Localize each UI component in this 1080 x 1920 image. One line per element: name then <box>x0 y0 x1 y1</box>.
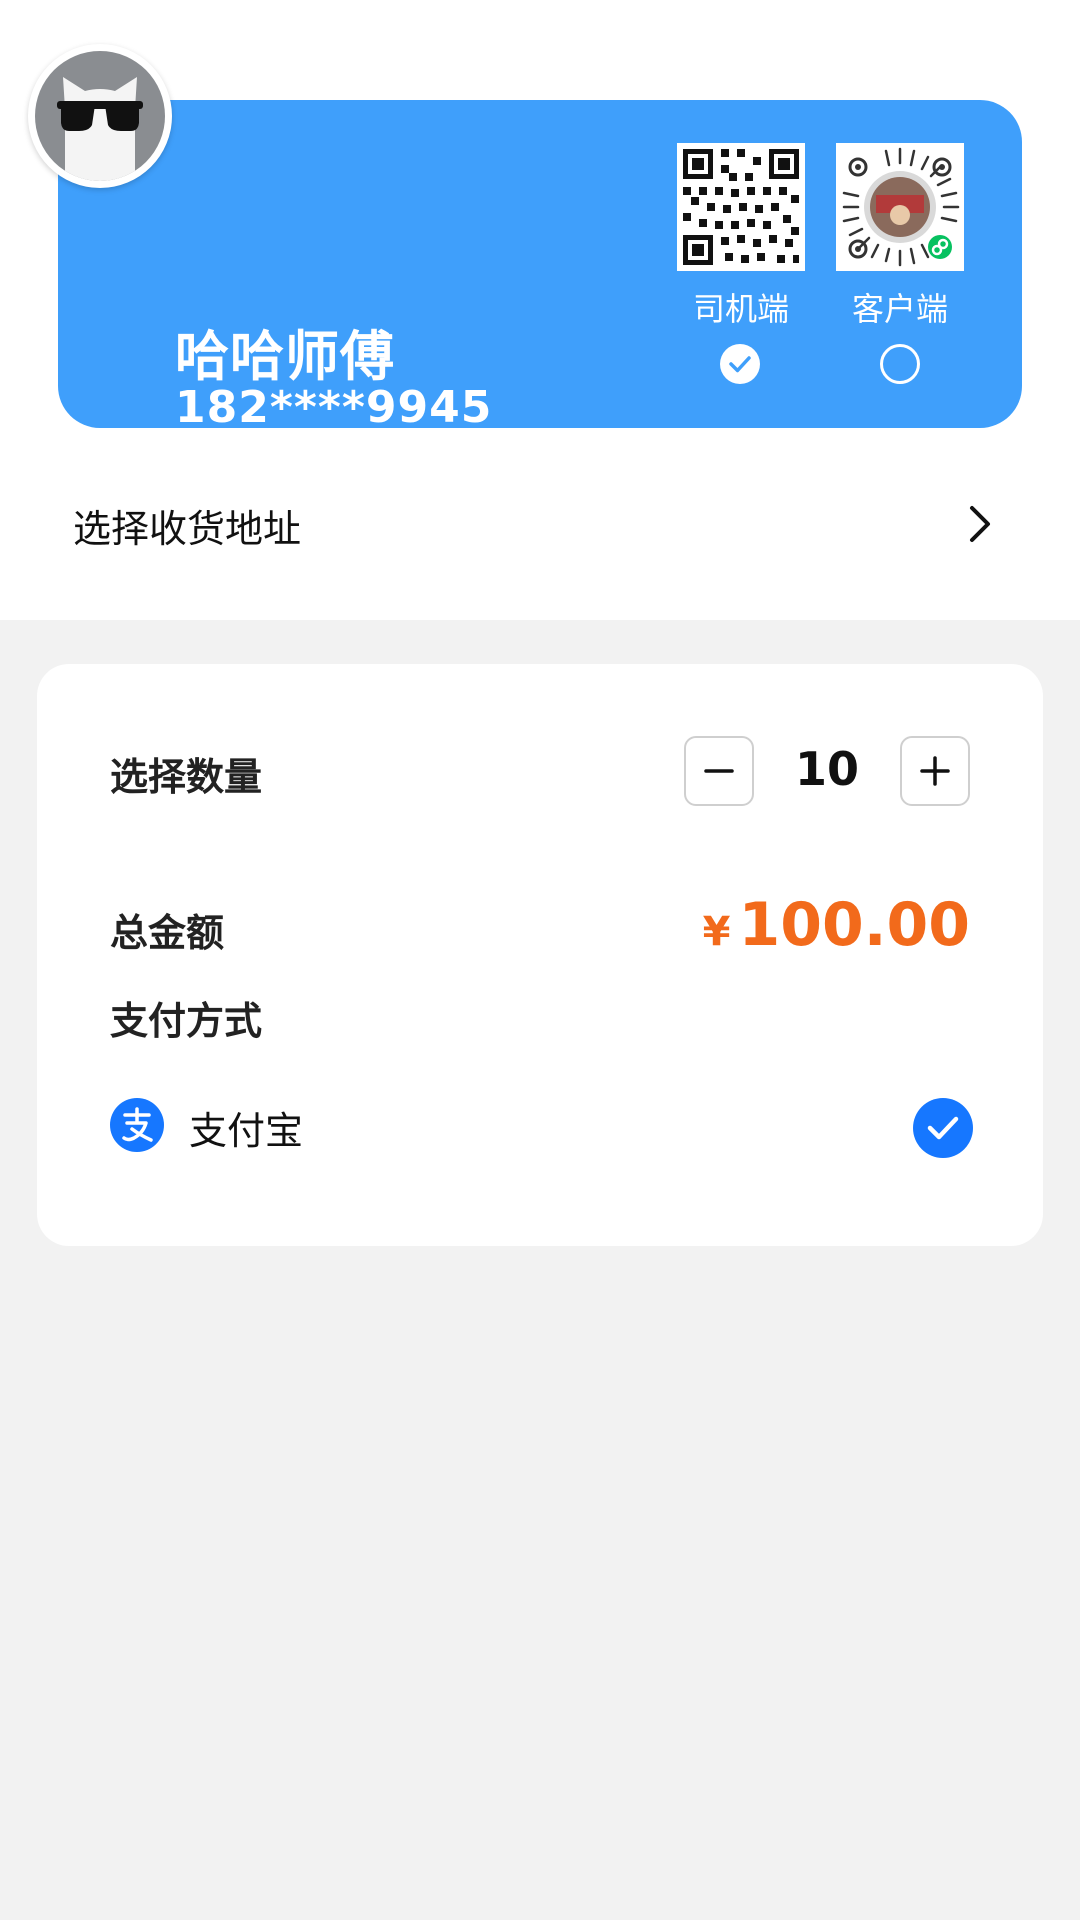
user-name: 哈哈师傅 <box>175 325 395 388</box>
alipay-selected-check[interactable] <box>913 1098 973 1158</box>
total-label: 总金额 <box>110 911 225 955</box>
address-row[interactable]: 选择收货地址 <box>0 466 1080 582</box>
increase-button[interactable] <box>900 736 970 806</box>
client-mini-program-code[interactable] <box>836 143 964 271</box>
total-value: 100.00 <box>738 890 970 960</box>
chevron-right-icon <box>970 506 990 542</box>
driver-label[interactable]: 司机端 <box>661 284 821 330</box>
driver-qr-code[interactable] <box>677 143 805 271</box>
total-amount: ¥100.00 <box>703 890 970 960</box>
decrease-button[interactable] <box>684 736 754 806</box>
address-label: 选择收货地址 <box>73 507 302 551</box>
quantity-value: 10 <box>794 742 859 796</box>
quantity-label: 选择数量 <box>110 755 263 799</box>
client-label[interactable]: 客户端 <box>820 284 980 330</box>
plus-icon <box>920 756 950 786</box>
user-phone: 182****9945 <box>175 382 493 433</box>
check-icon <box>729 356 751 373</box>
order-card: 选择数量 10 总金额 ¥100.00 支付方式 支付宝 <box>37 664 1043 1246</box>
alipay-icon <box>110 1098 164 1152</box>
avatar[interactable] <box>28 44 172 188</box>
currency-symbol: ¥ <box>702 909 731 955</box>
check-icon <box>927 1116 959 1140</box>
cat-sunglasses-icon <box>35 51 165 181</box>
driver-radio-checked[interactable] <box>720 344 760 384</box>
minus-icon <box>704 769 734 773</box>
client-radio-unchecked[interactable] <box>880 344 920 384</box>
header-section: 哈哈师傅 182****9945 司机端 客户端 选择收货地址 <box>0 0 1080 620</box>
alipay-label[interactable]: 支付宝 <box>189 1100 303 1155</box>
payment-method-label: 支付方式 <box>110 999 263 1043</box>
